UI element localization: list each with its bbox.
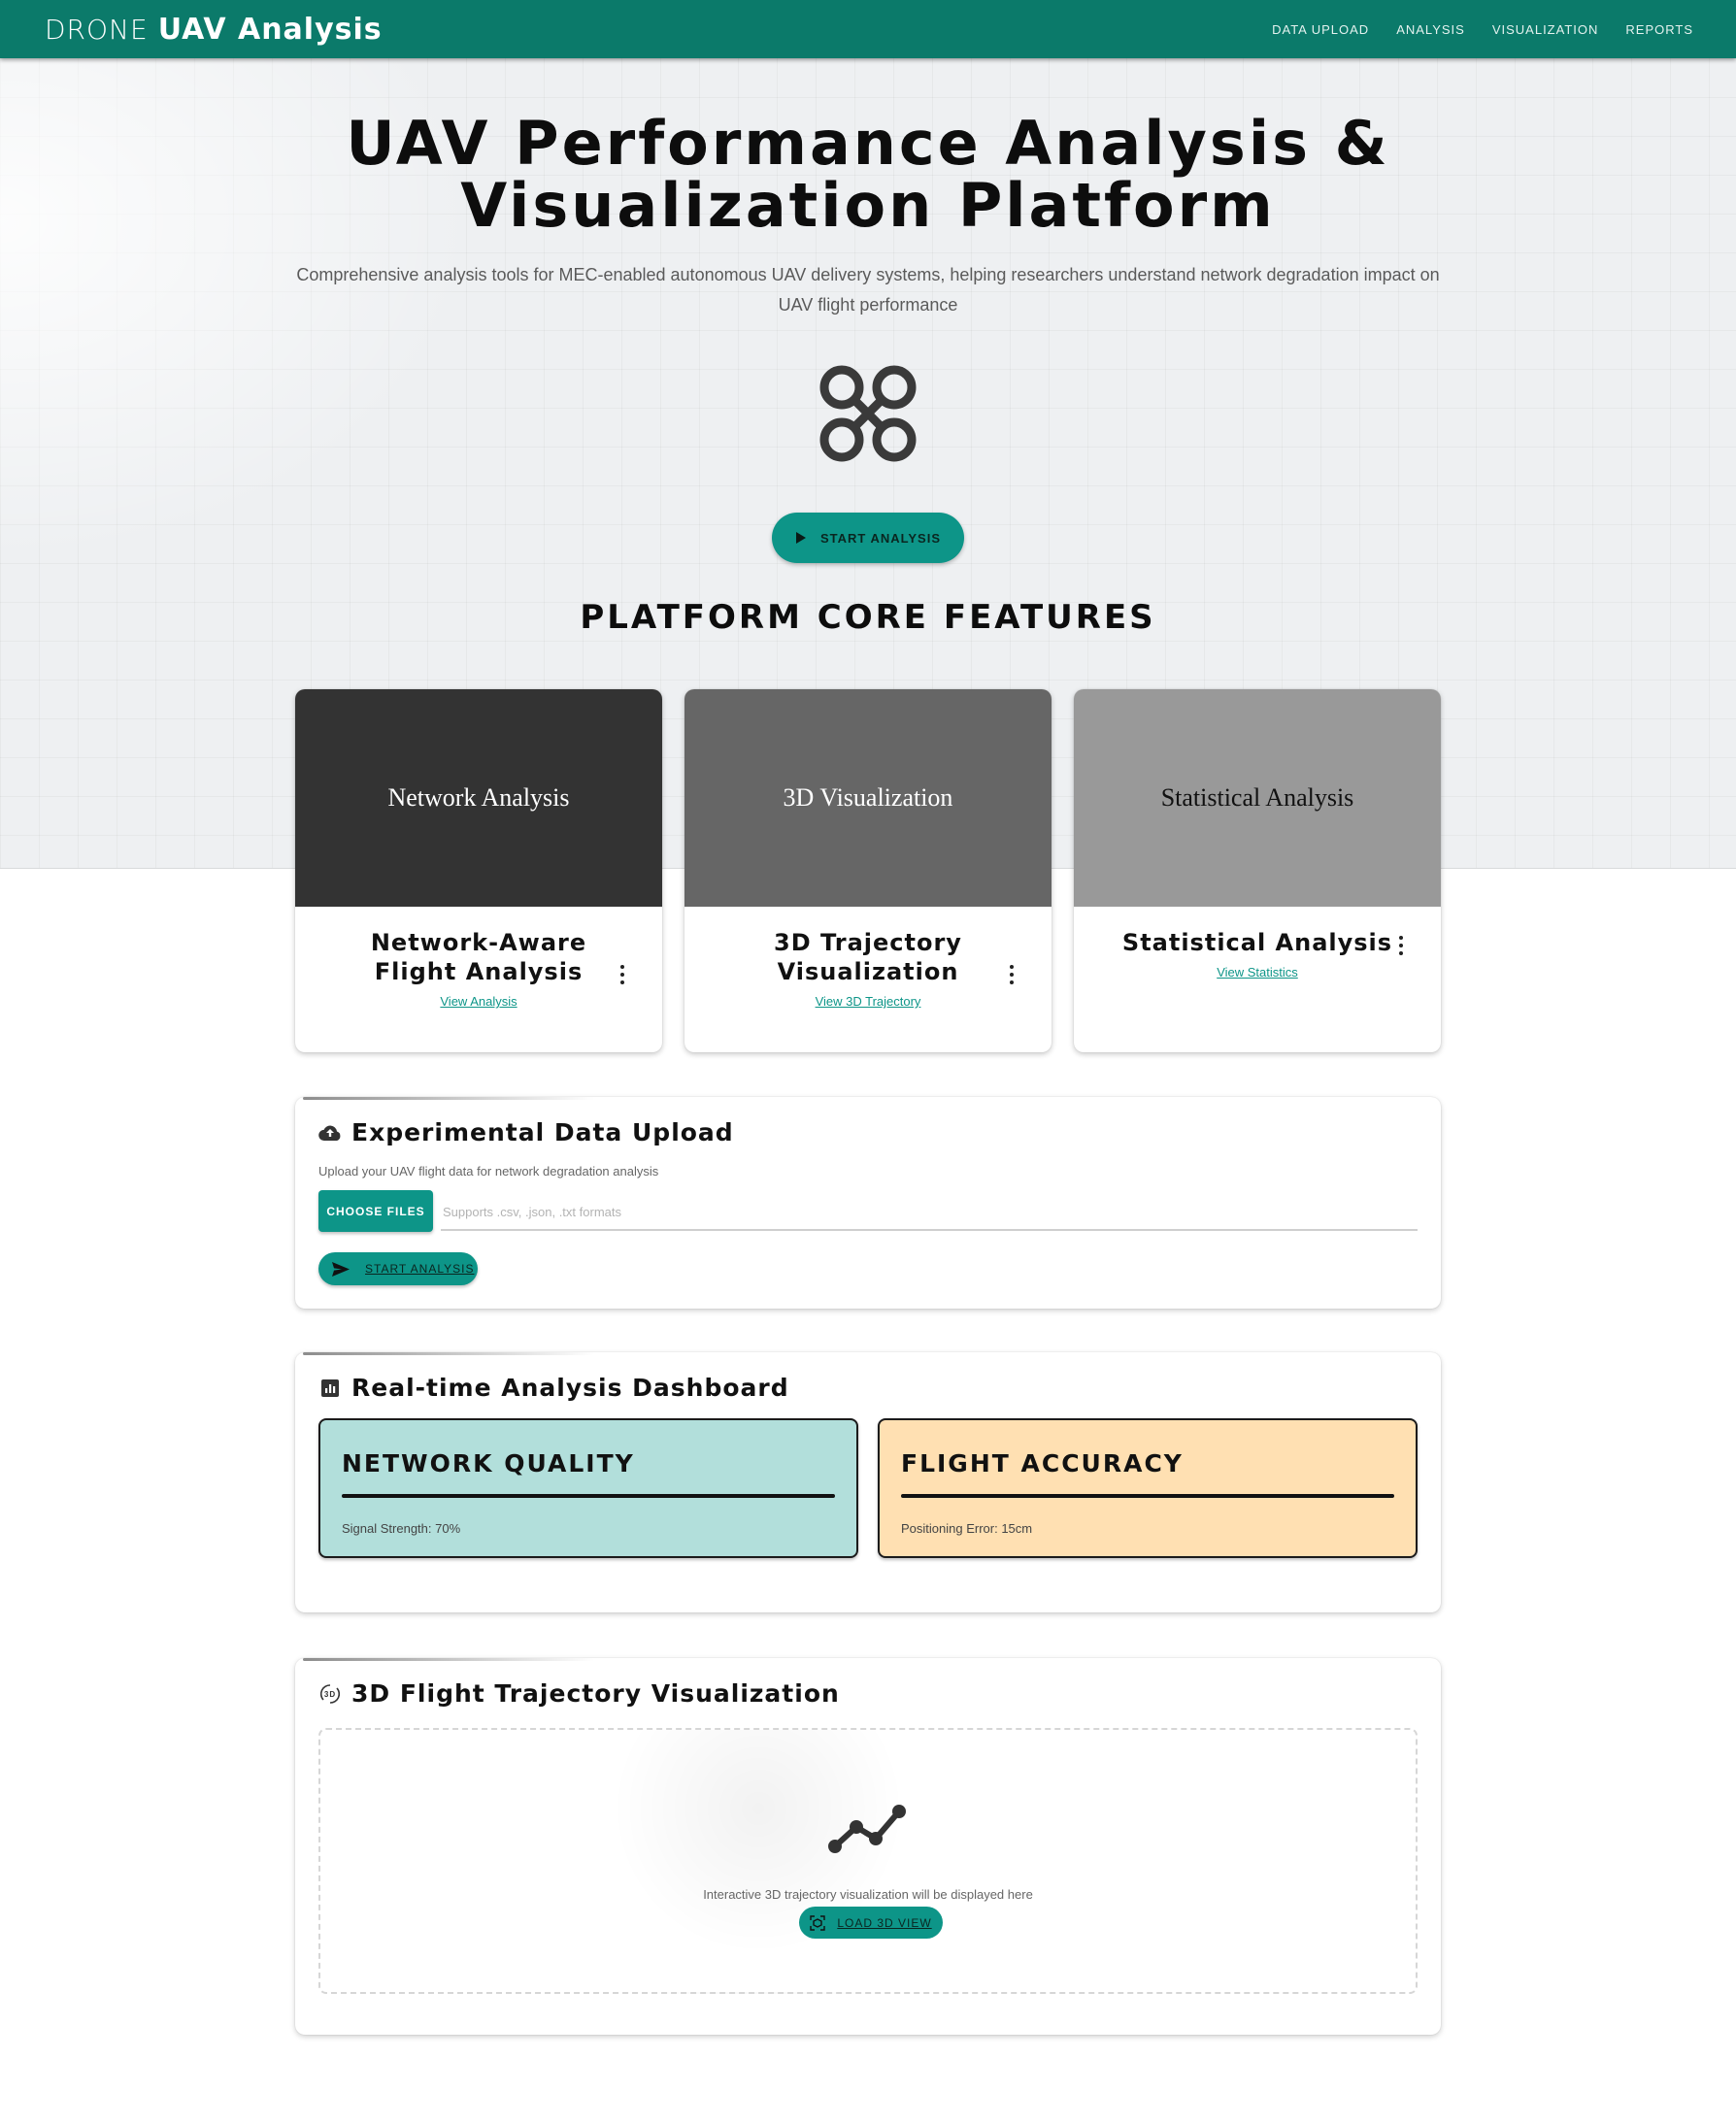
card-image-text: Network Analysis [387,783,570,812]
upload-title: Experimental Data Upload [351,1118,734,1146]
nav-visualization[interactable]: VISUALIZATION [1492,22,1599,37]
load-3d-view-label: LOAD 3D VIEW [837,1915,932,1930]
card-title: Statistical Analysis [1121,929,1393,956]
more-vert-icon[interactable] [619,965,625,984]
metric-value: Positioning Error: 15cm [901,1521,1033,1536]
network-quality-card: NETWORK QUALITY Signal Strength: 70% [318,1418,858,1558]
metric-label: FLIGHT ACCURACY [901,1449,1184,1478]
page-title: UAV Performance Analysis & Visualization… [0,113,1736,237]
feature-card-3d: 3D Visualization 3D Trajectory Visualiza… [684,689,1052,1052]
upload-subtitle: Upload your UAV flight data for network … [318,1164,659,1179]
start-analysis-button[interactable]: START ANALYSIS [318,1252,478,1285]
metric-progress-bar [901,1494,1394,1498]
view-analysis-link[interactable]: View Analysis [318,994,639,1009]
brand-light-text: DRONE [45,13,149,46]
cloud-upload-icon [318,1121,342,1145]
card-title: 3D Trajectory Visualization [774,929,962,985]
dashboard-title: Real-time Analysis Dashboard [351,1374,789,1402]
view-3d-trajectory-link[interactable]: View 3D Trajectory [708,994,1028,1009]
nav-data-upload[interactable]: DATA UPLOAD [1272,22,1369,37]
panel-title: 3D 3D Flight Trajectory Visualization [318,1679,840,1708]
metric-progress-bar [342,1494,835,1498]
metric-label: NETWORK QUALITY [342,1449,635,1478]
feature-card-statistics: Statistical Analysis Statistical Analysi… [1074,689,1441,1052]
card-title: Network-Aware Flight Analysis [370,929,587,985]
metric-value: Signal Strength: 70% [342,1521,461,1536]
brand-bold-text: UAV Analysis [157,12,383,47]
3d-rotation-icon: 3D [318,1682,342,1706]
svg-text:3D: 3D [324,1690,336,1699]
more-vert-icon[interactable] [1009,965,1015,984]
trajectory-panel: 3D 3D Flight Trajectory Visualization In… [295,1658,1441,2035]
load-3d-view-button[interactable]: LOAD 3D VIEW [799,1907,943,1939]
hero-start-analysis-button[interactable]: START ANALYSIS [772,513,964,563]
card-image: Statistical Analysis [1074,689,1441,907]
card-image: 3D Visualization [684,689,1052,907]
send-icon [332,1261,350,1277]
hero-start-analysis-label: START ANALYSIS [819,530,942,546]
view-statistics-link[interactable]: View Statistics [1097,965,1418,979]
more-vert-icon[interactable] [1398,936,1404,955]
features-heading: PLATFORM CORE FEATURES [580,598,1156,637]
view-in-ar-icon [810,1914,826,1931]
card-image-text: 3D Visualization [783,783,953,812]
viz-placeholder-text: Interactive 3D trajectory visualization … [703,1887,1033,1902]
bar-chart-icon [318,1377,342,1400]
top-app-bar: DRONE UAV Analysis DATA UPLOAD ANALYSIS … [0,0,1736,58]
trajectory-title: 3D Flight Trajectory Visualization [351,1679,840,1708]
play-icon [795,532,806,544]
timeline-icon [828,1805,906,1853]
page-title-line-1: UAV Performance Analysis & [346,108,1390,179]
data-upload-panel: Experimental Data Upload Upload your UAV… [295,1097,1441,1309]
card-image-text: Statistical Analysis [1160,783,1354,812]
panel-title: Experimental Data Upload [318,1118,734,1146]
drone-icon [819,365,917,462]
file-path-input[interactable] [441,1194,1418,1231]
page-title-line-2: Visualization Platform [460,170,1276,241]
hero-subtitle: Comprehensive analysis tools for MEC-ena… [296,265,1440,315]
card-image: Network Analysis [295,689,662,907]
dashboard-panel: Real-time Analysis Dashboard NETWORK QUA… [295,1352,1441,1612]
choose-files-button[interactable]: CHOOSE FILES [318,1190,433,1232]
flight-accuracy-card: FLIGHT ACCURACY Positioning Error: 15cm [878,1418,1418,1558]
main-nav: DATA UPLOAD ANALYSIS VISUALIZATION REPOR… [1272,22,1693,37]
nav-reports[interactable]: REPORTS [1625,22,1693,37]
brand-logo[interactable]: DRONE UAV Analysis [45,13,383,47]
feature-card-network: Network Analysis Network-Aware Flight An… [295,689,662,1052]
panel-title: Real-time Analysis Dashboard [318,1374,789,1402]
start-analysis-label: START ANALYSIS [365,1262,475,1276]
trajectory-viewport[interactable]: Interactive 3D trajectory visualization … [318,1728,1418,1994]
nav-analysis[interactable]: ANALYSIS [1396,22,1465,37]
